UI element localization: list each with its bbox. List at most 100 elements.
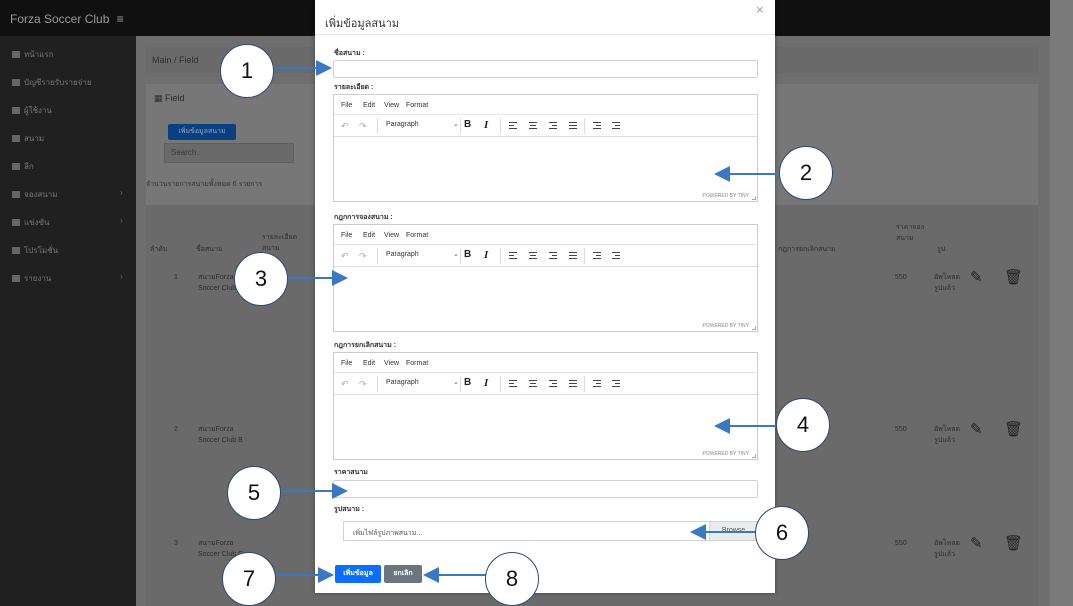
sidebar-item-home[interactable]: หน้าแรก (12, 48, 54, 61)
menu-format[interactable]: Format (406, 360, 428, 367)
outdent-icon[interactable] (593, 252, 601, 260)
menu-edit[interactable]: Edit (363, 360, 375, 367)
align-left-icon[interactable] (509, 122, 517, 130)
align-center-icon[interactable] (529, 122, 537, 130)
file-placeholder: เพิ่มไฟล์รูปภาพสนาม... (353, 530, 423, 537)
undo-icon[interactable]: ↶ (341, 378, 349, 390)
trash-icon[interactable]: 🗑 (1004, 534, 1023, 552)
menu-view[interactable]: View (384, 360, 399, 367)
field-name-label: ชื่อสนาม : (334, 50, 365, 57)
align-justify-icon[interactable] (569, 380, 577, 388)
align-left-icon[interactable] (509, 380, 517, 388)
brand[interactable]: Forza Soccer Club ≡ (10, 12, 124, 26)
indent-icon[interactable] (612, 252, 620, 260)
chevron-down-icon[interactable]: ⌄ (453, 250, 459, 258)
edit-icon[interactable]: ✎ (970, 268, 983, 286)
row-2-price: 550 (895, 426, 907, 433)
block-format-select[interactable]: Paragraph (386, 379, 419, 386)
editor-menubar: File Edit View Format (334, 95, 757, 115)
outdent-icon[interactable] (593, 122, 601, 130)
powered-by: POWERED BY TINY (702, 323, 750, 329)
trash-icon[interactable]: 🗑 (1004, 420, 1023, 438)
menu-view[interactable]: View (384, 232, 399, 239)
align-justify-icon[interactable] (569, 122, 577, 130)
bold-icon[interactable]: B (464, 377, 471, 388)
menu-file[interactable]: File (341, 360, 352, 367)
sidebar-item-accounts[interactable]: บัญชีรายรับรายจ่าย (12, 76, 92, 89)
italic-icon[interactable]: I (484, 119, 488, 131)
trash-icon[interactable]: 🗑 (1004, 268, 1023, 286)
price-input[interactable] (333, 480, 758, 498)
menu-file[interactable]: File (341, 102, 352, 109)
align-center-icon[interactable] (529, 252, 537, 260)
detail-editor[interactable]: File Edit View Format ↶ ↷ Paragraph ⌄ B … (333, 94, 758, 202)
annotation-8: 8 (485, 552, 539, 606)
menu-format[interactable]: Format (406, 232, 428, 239)
sidebar-item-promotion[interactable]: โปรโมชั่น (12, 244, 58, 257)
indent-icon[interactable] (612, 380, 620, 388)
bold-icon[interactable]: B (464, 249, 471, 260)
annotation-2: 2 (779, 146, 833, 200)
sidebar-item-booking[interactable]: จองสนาม › (12, 188, 123, 201)
table-icon (12, 79, 20, 87)
edit-icon[interactable]: ✎ (970, 534, 983, 552)
search-input[interactable]: Search.. (164, 143, 294, 163)
add-field-modal: เพิ่มข้อมูลสนาม × ชื่อสนาม : รายละเอียด … (315, 0, 775, 593)
menu-toggle-icon[interactable]: ≡ (117, 12, 124, 26)
editor-toolbar: ↶ ↷ Paragraph ⌄ B I (334, 373, 757, 395)
resize-handle[interactable] (752, 454, 756, 458)
add-field-button-bg[interactable]: เพิ่มข้อมูลสนาม (168, 124, 236, 140)
italic-icon[interactable]: I (484, 249, 488, 261)
menu-format[interactable]: Format (406, 102, 428, 109)
editor-menubar: File Edit View Format (334, 353, 757, 373)
cancel-button[interactable]: ยกเลิก (384, 565, 422, 583)
align-justify-icon[interactable] (569, 252, 577, 260)
resize-handle[interactable] (752, 196, 756, 200)
table-header-cancel: กฎการยกเลิกสนาม (778, 246, 836, 253)
menu-edit[interactable]: Edit (363, 232, 375, 239)
redo-icon[interactable]: ↷ (359, 378, 367, 390)
cancel-rules-editor[interactable]: File Edit View Format ↶ ↷ Paragraph ⌄ B … (333, 352, 758, 460)
submit-button[interactable]: เพิ่มข้อมูล (335, 565, 381, 583)
align-center-icon[interactable] (529, 380, 537, 388)
backdrop-edge (1050, 0, 1073, 606)
menu-view[interactable]: View (384, 102, 399, 109)
sidebar-item-match[interactable]: แข่งขัน › (12, 216, 123, 229)
sidebar-item-fields[interactable]: สนาม (12, 132, 44, 145)
folder-icon (12, 219, 20, 227)
field-name-input[interactable] (333, 60, 758, 78)
align-left-icon[interactable] (509, 252, 517, 260)
edit-icon[interactable]: ✎ (970, 420, 983, 438)
redo-icon[interactable]: ↷ (359, 250, 367, 262)
align-right-icon[interactable] (549, 252, 557, 260)
align-right-icon[interactable] (549, 380, 557, 388)
detail-label: รายละเอียด : (334, 84, 374, 91)
outdent-icon[interactable] (593, 380, 601, 388)
undo-icon[interactable]: ↶ (341, 250, 349, 262)
chevron-down-icon[interactable]: ⌄ (453, 120, 459, 128)
sidebar-item-report[interactable]: รายงาน › (12, 272, 123, 285)
bold-icon[interactable]: B (464, 119, 471, 130)
menu-file[interactable]: File (341, 232, 352, 239)
chevron-down-icon[interactable]: ⌄ (453, 378, 459, 386)
close-icon[interactable]: × (756, 2, 764, 17)
table-header-no: ลำดับ (150, 246, 168, 253)
image-file-input[interactable]: เพิ่มไฟล์รูปภาพสนาม... Browse (343, 521, 758, 541)
annotation-7: 7 (222, 552, 276, 606)
menu-edit[interactable]: Edit (363, 102, 375, 109)
indent-icon[interactable] (612, 122, 620, 130)
block-format-select[interactable]: Paragraph (386, 251, 419, 258)
browse-button[interactable]: Browse (709, 522, 757, 540)
annotation-6: 6 (755, 506, 809, 560)
sidebar-item-league[interactable]: ลีก (12, 160, 34, 173)
italic-icon[interactable]: I (484, 377, 488, 389)
booking-rules-editor[interactable]: File Edit View Format ↶ ↷ Paragraph ⌄ B … (333, 224, 758, 332)
sidebar-item-users[interactable]: ผู้ใช้งาน (12, 104, 52, 117)
undo-icon[interactable]: ↶ (341, 120, 349, 132)
row-3-price: 550 (895, 540, 907, 547)
modal-divider (315, 34, 775, 35)
block-format-select[interactable]: Paragraph (386, 121, 419, 128)
resize-handle[interactable] (752, 326, 756, 330)
redo-icon[interactable]: ↷ (359, 120, 367, 132)
align-right-icon[interactable] (549, 122, 557, 130)
